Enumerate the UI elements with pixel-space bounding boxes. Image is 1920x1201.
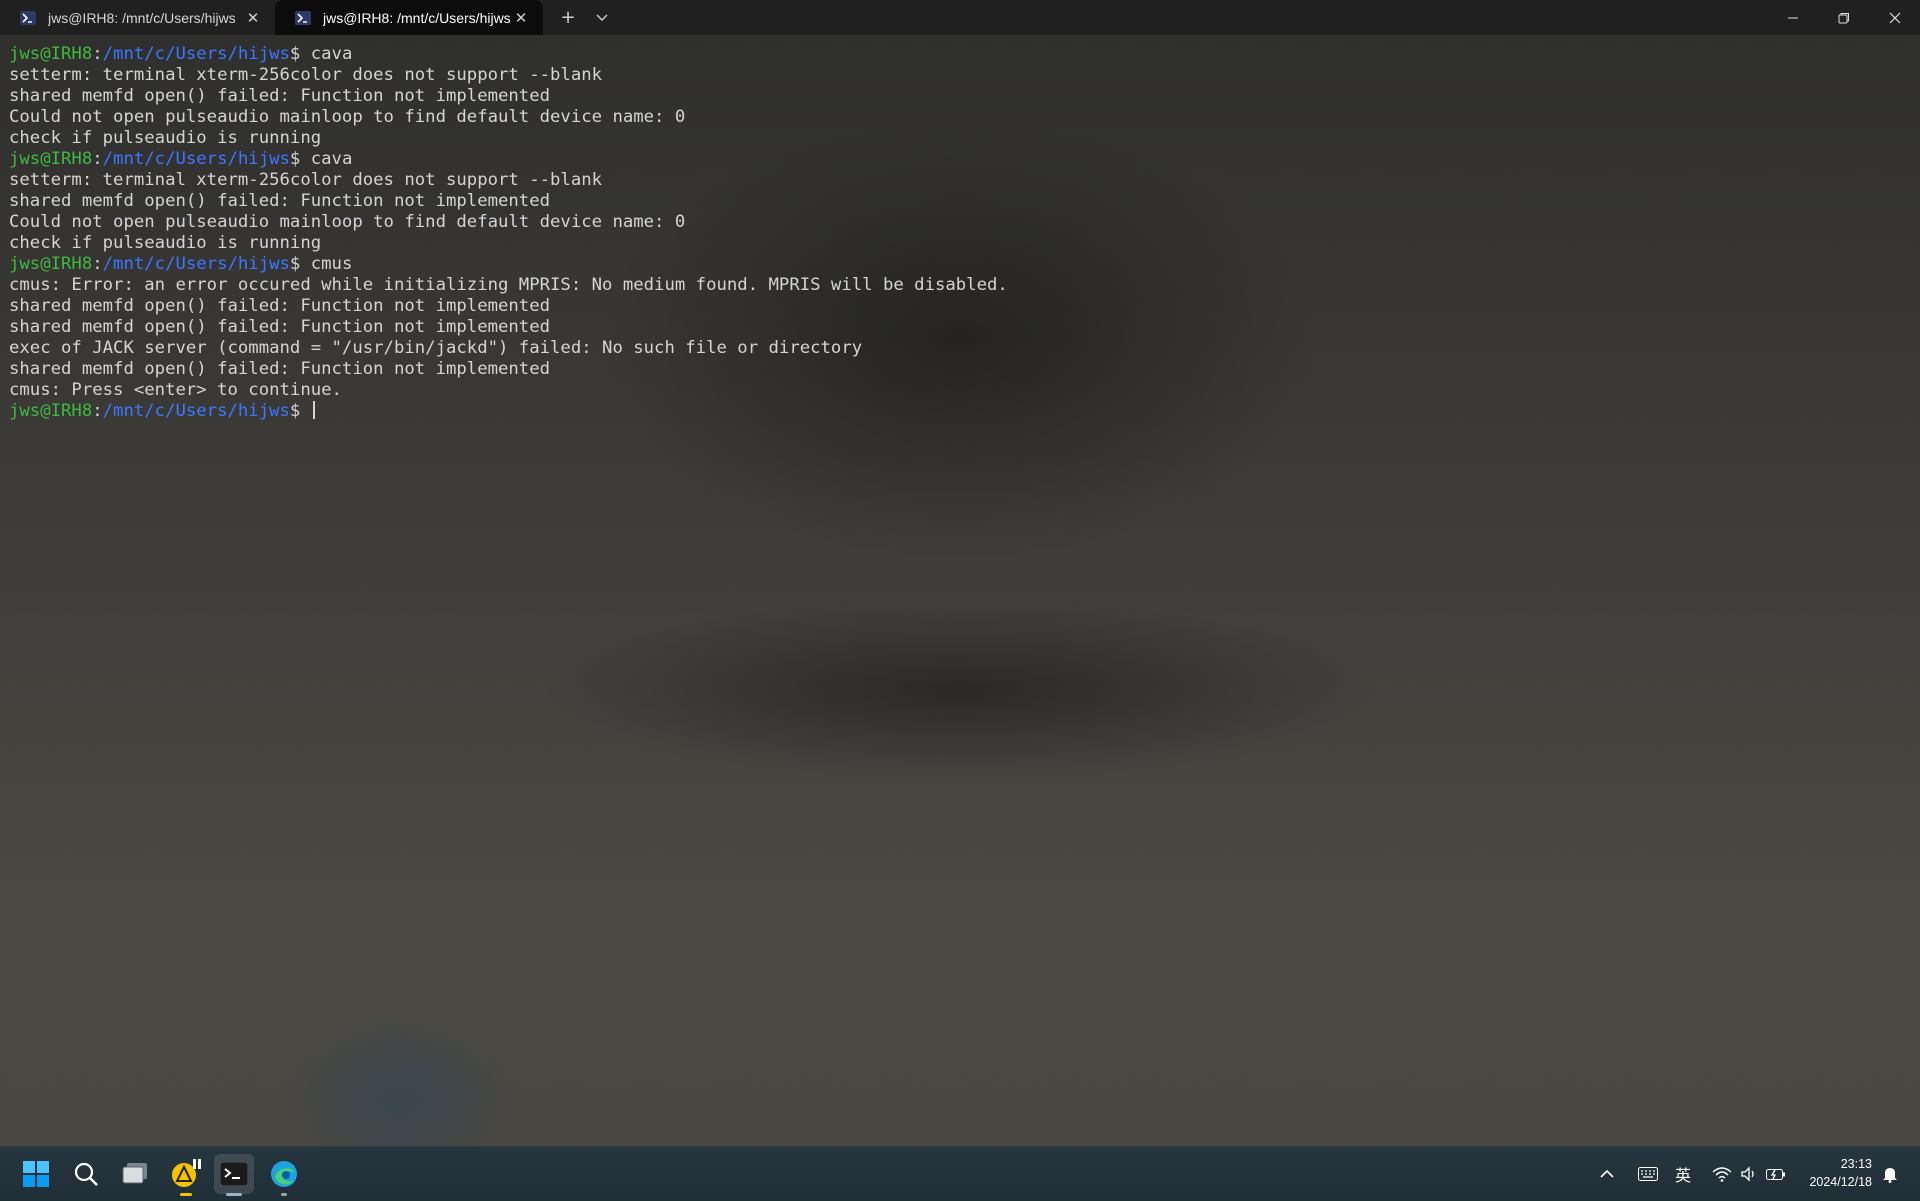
powershell-icon [20, 10, 36, 25]
prompt-line: jws@IRH8:/mnt/c/Users/hijws$ cava [9, 44, 1920, 65]
yellow-app-icon [172, 1159, 201, 1187]
prompt-path: /mnt/c/Users/hijws [102, 149, 290, 169]
battery-icon [1766, 1169, 1785, 1180]
prompt-separator: : [92, 254, 103, 274]
output-line: exec of JACK server (command = "/usr/bin… [9, 338, 863, 358]
output-line: cmus: Error: an error occured while init… [9, 275, 1008, 295]
output-line: shared memfd open() failed: Function not… [9, 86, 551, 106]
command-text: cava [300, 44, 353, 64]
keyboard-icon [1638, 1167, 1658, 1181]
prompt-path: /mnt/c/Users/hijws [102, 44, 290, 64]
text-cursor [312, 401, 315, 419]
volume-icon [1741, 1166, 1754, 1182]
tab-1-close-icon[interactable]: ✕ [243, 9, 263, 27]
search-icon [74, 1162, 98, 1186]
prompt-user: jws@IRH8 [9, 401, 93, 421]
clock-date: 2024/12/18 [1809, 1175, 1872, 1189]
terminal-taskbar-button[interactable] [214, 1154, 254, 1196]
prompt-line: jws@IRH8:/mnt/c/Users/hijws$ cava [9, 149, 1920, 170]
tab-dropdown-button[interactable] [585, 0, 619, 35]
taskbar-app[interactable] [166, 1154, 206, 1196]
prompt-line: jws@IRH8:/mnt/c/Users/hijws$ [9, 401, 1920, 422]
wifi-icon [1712, 1167, 1732, 1182]
window-titlebar: jws@IRH8: /mnt/c/Users/hijws ✕ jws@IRH8:… [0, 0, 1920, 35]
tab-2-title: jws@IRH8: /mnt/c/Users/hijws [323, 9, 511, 26]
output-line: cmus: Press <enter> to continue. [9, 380, 342, 400]
prompt-separator: : [92, 149, 103, 169]
prompt-path: /mnt/c/Users/hijws [102, 401, 290, 421]
prompt-separator: : [92, 44, 103, 64]
output-line: shared memfd open() failed: Function not… [9, 296, 551, 316]
notifications-button[interactable] [1882, 1147, 1898, 1201]
terminal-output[interactable]: jws@IRH8:/mnt/c/Users/hijws$ cava setterm… [9, 44, 1920, 422]
network-volume-battery-group[interactable] [1712, 1147, 1786, 1201]
new-tab-button[interactable]: + [551, 0, 585, 35]
command-text: cmus [300, 254, 353, 274]
touch-keyboard-button[interactable] [1638, 1147, 1658, 1201]
prompt-path: /mnt/c/Users/hijws [102, 254, 290, 274]
tab-2-close-icon[interactable]: ✕ [511, 9, 531, 27]
start-button[interactable] [16, 1154, 56, 1194]
windows-logo-icon [23, 1161, 49, 1187]
restore-button[interactable] [1818, 0, 1869, 35]
ime-indicator[interactable]: 英 [1675, 1147, 1691, 1201]
output-line: check if pulseaudio is running [9, 233, 322, 253]
command-text [300, 401, 310, 421]
edge-browser-icon [271, 1161, 297, 1187]
app-running-indicator [180, 1193, 192, 1196]
edge-taskbar-button[interactable] [264, 1154, 304, 1196]
close-icon [1889, 12, 1900, 23]
restore-icon [1838, 12, 1849, 23]
prompt-user: jws@IRH8 [9, 254, 93, 274]
task-view-icon [122, 1163, 147, 1184]
tab-1-title: jws@IRH8: /mnt/c/Users/hijws [48, 9, 236, 26]
output-line: setterm: terminal xterm-256color does no… [9, 170, 603, 190]
tab-2[interactable]: jws@IRH8: /mnt/c/Users/hijws ✕ [275, 0, 543, 35]
task-view-button[interactable] [116, 1154, 156, 1194]
clock[interactable]: 23:13 2024/12/18 [1809, 1155, 1872, 1191]
output-line: shared memfd open() failed: Function not… [9, 317, 551, 337]
output-line: setterm: terminal xterm-256color does no… [9, 65, 603, 85]
output-line: check if pulseaudio is running [9, 128, 322, 148]
minimize-button[interactable] [1767, 0, 1818, 35]
prompt-symbol: $ [289, 401, 301, 421]
minimize-icon [1787, 17, 1798, 18]
taskbar: 英 23:13 2024/12/18 [0, 1146, 1920, 1201]
close-button[interactable] [1869, 0, 1920, 35]
prompt-symbol: $ [289, 149, 301, 169]
prompt-user: jws@IRH8 [9, 44, 93, 64]
clock-time: 23:13 [1840, 1157, 1872, 1171]
prompt-symbol: $ [289, 254, 301, 274]
output-line: shared memfd open() failed: Function not… [9, 359, 551, 379]
terminal-active-indicator [226, 1193, 242, 1196]
output-line: Could not open pulseaudio mainloop to fi… [9, 107, 686, 127]
prompt-symbol: $ [289, 44, 301, 64]
prompt-separator: : [92, 401, 103, 421]
prompt-user: jws@IRH8 [9, 149, 93, 169]
tray-overflow-button[interactable] [1600, 1147, 1614, 1201]
chevron-down-icon [596, 14, 608, 21]
bell-icon [1883, 1168, 1897, 1183]
chevron-up-icon [1600, 1169, 1614, 1178]
prompt-line: jws@IRH8:/mnt/c/Users/hijws$ cmus [9, 254, 1920, 275]
command-text: cava [300, 149, 353, 169]
powershell-icon [295, 10, 311, 25]
search-button[interactable] [66, 1154, 106, 1194]
output-line: Could not open pulseaudio mainloop to fi… [9, 212, 686, 232]
edge-running-indicator [281, 1193, 287, 1196]
output-line: shared memfd open() failed: Function not… [9, 191, 551, 211]
tab-1[interactable]: jws@IRH8: /mnt/c/Users/hijws ✕ [0, 0, 275, 35]
terminal-icon [220, 1162, 248, 1186]
